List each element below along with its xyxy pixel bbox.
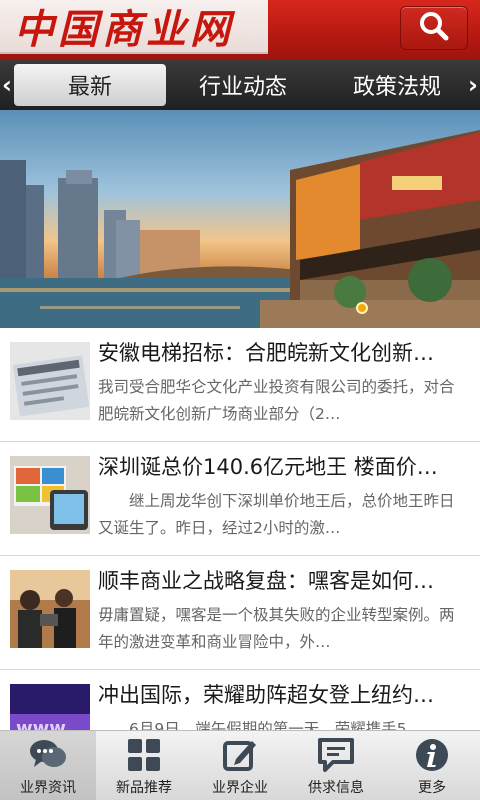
news-thumbnail-press [10,570,90,648]
chat-bubbles-icon [28,737,68,773]
logo-text: 中国商业网 [14,6,234,53]
news-thumbnail-newspaper [10,342,90,420]
nav-label: 业界资讯 [20,780,76,796]
tabs-scroll-left-icon[interactable]: ‹ [0,60,14,110]
featured-banner-image[interactable] [0,110,480,328]
news-summary: 毋庸置疑，嘿客是一个极其失败的企业转型案例。两年的激进变革和商业冒险中，外… [98,606,455,651]
carousel-indicator-dot[interactable] [356,302,368,314]
nav-label: 供求信息 [308,780,364,796]
list-item[interactable]: 顺丰商业之战略复盘：嘿客是如何… 毋庸置疑，嘿客是一个极其失败的企业转型案例。两… [0,556,480,670]
news-thumbnail-tablet [10,456,90,534]
nav-more[interactable]: 更多 [384,731,480,800]
news-title: 顺丰商业之战略复盘：嘿客是如何… [98,569,434,593]
search-button[interactable] [400,6,468,50]
edit-icon [220,737,260,773]
news-list: 安徽电梯招标：合肥皖新文化创新… 我司受合肥华仑文化产业投资有限公司的委托，对合… [0,328,480,784]
bottom-navigation: 业界资讯 新品推荐 业界企业 供求信息 更多 [0,730,480,800]
nav-label: 新品推荐 [116,780,172,796]
grid-icon [124,737,164,773]
tab-policy[interactable]: 政策法规 [322,64,472,106]
info-icon [412,737,452,773]
news-summary: 我司受合肥华仑文化产业投资有限公司的委托，对合肥皖新文化创新广场商业部分（2… [98,378,455,423]
banner-cityscape-illustration [0,130,480,328]
tab-latest[interactable]: 最新 [14,64,166,106]
news-summary: 继上周龙华创下深圳单价地王后，总价地王昨日又诞生了。昨日，经过2小时的激… [98,492,455,537]
list-item[interactable]: 安徽电梯招标：合肥皖新文化创新… 我司受合肥华仑文化产业投资有限公司的委托，对合… [0,328,480,442]
search-icon [418,10,450,46]
tabs-scroll-right-icon[interactable]: › [466,60,480,110]
category-tabs: ‹ 最新 行业动态 政策法规 › [0,60,480,110]
site-logo[interactable]: 中国商业网 [0,0,268,54]
nav-new-products[interactable]: 新品推荐 [96,731,192,800]
news-title: 安徽电梯招标：合肥皖新文化创新… [98,341,434,365]
nav-supply-demand[interactable]: 供求信息 [288,731,384,800]
nav-label: 更多 [418,780,446,796]
nav-companies[interactable]: 业界企业 [192,731,288,800]
list-item[interactable]: 深圳诞总价140.6亿元地王 楼面价… 继上周龙华创下深圳单价地王后，总价地王昨… [0,442,480,556]
message-icon [316,737,356,773]
news-title: 深圳诞总价140.6亿元地王 楼面价… [98,455,438,479]
news-title: 冲出国际，荣耀助阵超女登上纽约… [98,683,434,707]
tab-industry-news[interactable]: 行业动态 [168,64,318,106]
nav-label: 业界企业 [212,780,268,796]
app-header: 中国商业网 [0,0,480,60]
nav-industry-news[interactable]: 业界资讯 [0,731,96,800]
